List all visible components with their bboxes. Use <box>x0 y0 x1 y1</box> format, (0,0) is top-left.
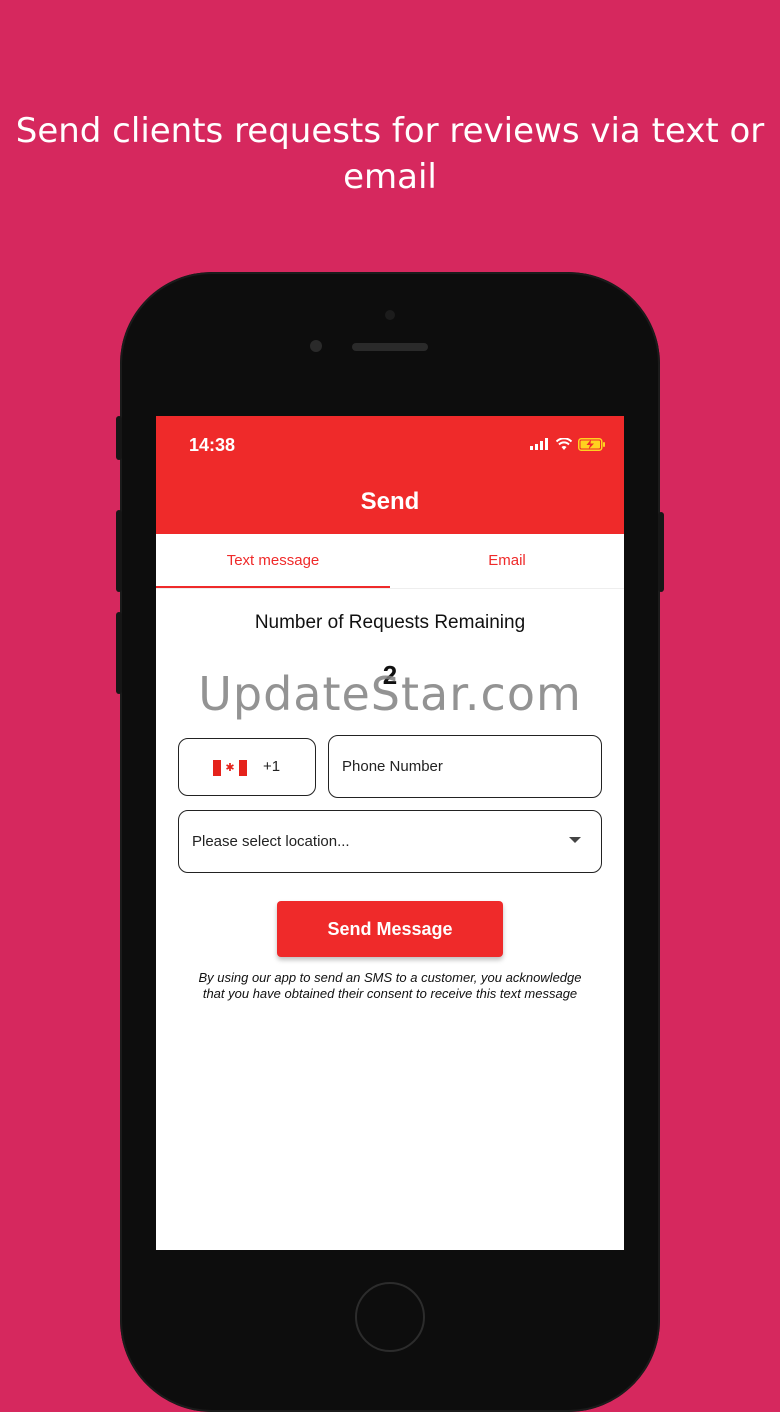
app-bar: 14:38 Send <box>156 416 624 534</box>
status-icons <box>530 437 606 451</box>
status-time: 14:38 <box>189 435 236 455</box>
headline: Send clients requests for reviews via te… <box>0 108 780 200</box>
mute-switch <box>116 416 122 460</box>
dropdown-caret-icon <box>569 837 581 843</box>
proximity-sensor <box>385 310 395 320</box>
consent-disclaimer: By using our app to send an SMS to a cus… <box>176 970 604 1002</box>
disclaimer-line-2: that you have obtained their consent to … <box>202 986 578 1001</box>
tab-email[interactable]: Email <box>390 534 624 588</box>
canada-flag-icon: ✱ <box>213 760 247 776</box>
dial-code: +1 <box>263 758 281 775</box>
headline-line-1: Send clients requests for reviews via te… <box>15 111 765 151</box>
headline-line-2: email <box>343 157 437 197</box>
location-placeholder: Please select location... <box>192 833 350 850</box>
phone-number-input[interactable] <box>328 735 602 798</box>
signal-icon <box>530 438 548 450</box>
earpiece-speaker <box>352 343 428 351</box>
wifi-icon <box>556 438 572 450</box>
volume-down-button <box>116 612 122 694</box>
requests-remaining-count: 2 <box>382 660 398 690</box>
battery-charging-icon <box>578 437 605 451</box>
front-camera <box>310 340 322 352</box>
country-code-picker[interactable]: ✱ +1 <box>178 738 316 796</box>
send-message-button[interactable]: Send Message <box>277 901 503 957</box>
home-button[interactable] <box>355 1282 425 1352</box>
page-title: Send <box>360 488 420 515</box>
requests-remaining-label: Number of Requests Remaining <box>254 612 526 633</box>
location-select[interactable]: Please select location... <box>178 810 602 873</box>
active-tab-indicator <box>156 586 390 588</box>
tab-bar: Text message Email <box>156 534 624 589</box>
volume-up-button <box>116 510 122 592</box>
disclaimer-line-1: By using our app to send an SMS to a cus… <box>198 970 582 985</box>
power-button <box>658 512 664 592</box>
tab-text-message[interactable]: Text message <box>156 534 390 588</box>
app-screen: 14:38 Send Text message Email Number of … <box>156 416 624 1250</box>
